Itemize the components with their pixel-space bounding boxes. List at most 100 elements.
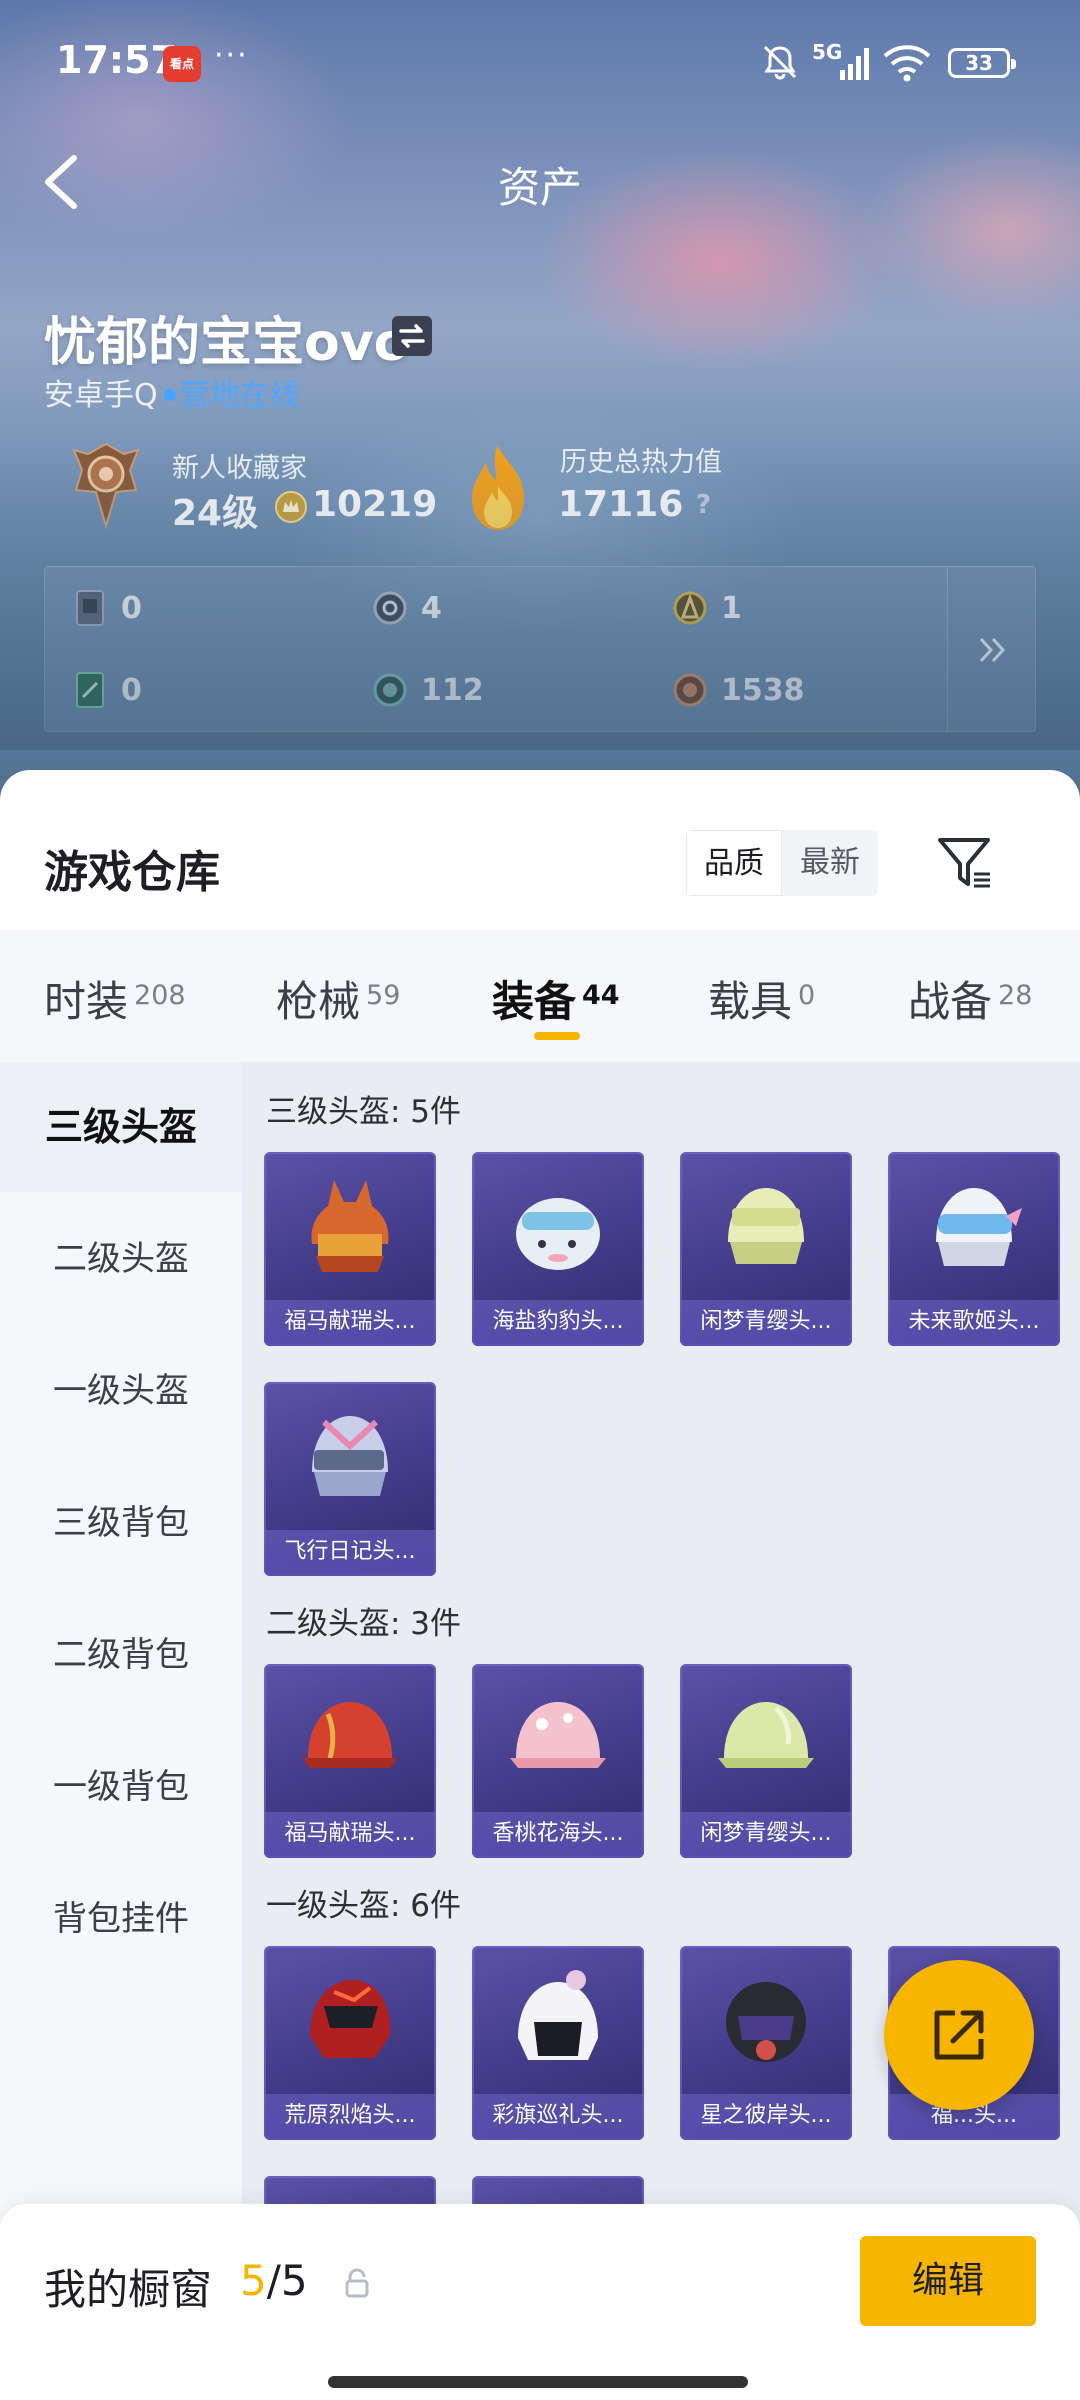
tab-equipment[interactable]: 装备 44 — [492, 968, 620, 1029]
warehouse-title: 游戏仓库 — [44, 847, 220, 898]
item-name: 未来歌姬头... — [888, 1300, 1060, 1346]
tab-label: 枪械 — [276, 977, 361, 1026]
showcase-label: 我的橱窗 — [44, 2265, 213, 2314]
heat-value: 17116 — [558, 484, 684, 525]
bronze-coin-icon — [673, 673, 707, 707]
item-name: 福马献瑞头... — [264, 1812, 436, 1858]
helmet-icon — [302, 1702, 398, 1768]
stat-value: 112 — [421, 672, 484, 708]
item-name: 荒原烈焰头... — [264, 2094, 436, 2140]
item-card[interactable]: 香桃花海头... — [472, 1664, 644, 1858]
rank-badge-icon[interactable] — [68, 440, 144, 530]
subcategory-item[interactable]: 三级背包 — [0, 1458, 242, 1588]
tab-weapons[interactable]: 枪械 59 — [276, 968, 400, 1029]
tab-vehicles[interactable]: 载具 0 — [708, 968, 815, 1029]
showcase-bar: 我的橱窗 5/5 编辑 — [0, 2204, 1080, 2400]
helmet-icon — [728, 1188, 804, 1264]
tab-fashion[interactable]: 时装 208 — [44, 968, 186, 1029]
home-indicator — [328, 2376, 748, 2388]
tab-label: 战备 — [908, 977, 993, 1026]
collection-coins: 10219 — [312, 484, 438, 525]
item-card[interactable]: 飞行日记头... — [264, 1382, 436, 1576]
tab-label: 装备 — [492, 977, 577, 1026]
showcase-current: 5 — [240, 2256, 267, 2305]
crown-coin-icon — [275, 491, 307, 523]
gold-token-icon — [673, 591, 707, 625]
helmet-icon — [726, 1982, 806, 2062]
item-card[interactable]: 闲梦青缨头... — [680, 1664, 852, 1858]
stat-teal: 112 — [373, 671, 484, 709]
stat-silver: 4 — [373, 589, 442, 627]
card-icon — [76, 590, 104, 626]
filter-icon[interactable] — [934, 832, 994, 892]
tab-label: 时装 — [44, 977, 129, 1026]
edit-showcase-button[interactable]: 编辑 — [860, 2236, 1036, 2326]
signal-icon — [840, 48, 869, 80]
double-chevron-right-icon — [979, 637, 1005, 663]
tab-battle-gear[interactable]: 战备 28 — [908, 968, 1032, 1029]
status-time: 17:57 — [56, 38, 177, 82]
subcategory-item[interactable]: 背包挂件 — [0, 1854, 242, 1984]
helmet-icon — [311, 1180, 389, 1272]
stat-value: 1 — [721, 590, 742, 626]
item-card[interactable]: 荒原烈焰头... — [264, 1946, 436, 2140]
asset-stats-panel: 0 4 1 0 112 1538 — [44, 566, 1036, 733]
helmet-icon — [718, 1702, 814, 1768]
user-name: 忧郁的宝宝ovo — [44, 313, 410, 373]
item-card[interactable]: 彩旗巡礼头... — [472, 1946, 644, 2140]
item-name: 闲梦青缨头... — [680, 1300, 852, 1346]
helmet-icon — [518, 1970, 598, 2060]
account-line: 安卓手Q 营地在线 — [44, 370, 300, 414]
mute-bell-icon — [763, 45, 797, 80]
item-card[interactable]: 海盐豹豹头... — [472, 1152, 644, 1346]
item-name: 飞行日记头... — [264, 1530, 436, 1576]
sort-newest-button[interactable]: 最新 — [782, 830, 878, 896]
player-level: 24级 — [172, 493, 259, 534]
silver-coin-icon — [373, 591, 407, 625]
heat-fire-icon — [472, 446, 524, 530]
helmet-icon — [510, 1702, 606, 1768]
item-name: 福马献瑞头... — [264, 1300, 436, 1346]
tab-count: 208 — [134, 980, 186, 1011]
item-name: 闲梦青缨头... — [680, 1812, 852, 1858]
tab-count: 28 — [998, 980, 1033, 1011]
subcategory-item[interactable]: 二级头盔 — [0, 1194, 242, 1324]
page-title: 资产 — [497, 163, 582, 212]
helmet-icon — [516, 1198, 600, 1270]
item-name: 香桃花海头... — [472, 1812, 644, 1858]
stat-card: 0 — [73, 589, 142, 627]
active-tab-indicator — [534, 1032, 580, 1040]
item-card[interactable]: 闲梦青缨头... — [680, 1152, 852, 1346]
section-title: 一级头盔: 6件 — [266, 1888, 462, 1924]
subcategory-item[interactable]: 一级头盔 — [0, 1326, 242, 1456]
tab-count: 44 — [582, 980, 620, 1011]
teal-coin-icon — [373, 673, 407, 707]
lock-icon — [345, 2268, 369, 2298]
item-card[interactable]: 福马献瑞头... — [264, 1664, 436, 1858]
stat-green-card: 0 — [73, 671, 142, 709]
subcategory-item[interactable]: 二级背包 — [0, 1590, 242, 1720]
online-dot-icon — [163, 388, 176, 401]
item-grid: 三级头盔: 5件 福马献瑞头... 海盐豹豹头... 闲梦青缨头... 未来歌姬… — [242, 1062, 1080, 2400]
stat-gold: 1 — [673, 589, 742, 627]
stat-value: 0 — [121, 590, 142, 626]
switch-account-icon[interactable] — [392, 316, 432, 356]
share-button[interactable] — [884, 1960, 1034, 2110]
subcategory-item[interactable]: 一级背包 — [0, 1722, 242, 1852]
item-card[interactable]: 星之彼岸头... — [680, 1946, 852, 2140]
stat-value: 4 — [421, 590, 442, 626]
expand-stats-button[interactable] — [947, 567, 1035, 733]
item-name: 海盐豹豹头... — [472, 1300, 644, 1346]
account-platform: 安卓手Q — [44, 378, 158, 413]
item-name: 彩旗巡礼头... — [472, 2094, 644, 2140]
helmet-icon — [936, 1188, 1022, 1266]
item-card[interactable]: 未来歌姬头... — [888, 1152, 1060, 1346]
showcase-count: 5/5 — [240, 2256, 308, 2305]
subcategory-item[interactable]: 三级头盔 — [0, 1062, 242, 1192]
sort-quality-button[interactable]: 品质 — [686, 830, 782, 896]
category-tabs: 时装 208 枪械 59 装备 44 载具 0 战备 28 — [0, 930, 1080, 1062]
stat-value: 1538 — [721, 672, 805, 708]
profile-header-background: 17:57 看点 ··· 5G 33 资产 忧郁的宝宝ovo 安卓手Q 营地在线 — [0, 0, 1080, 820]
item-card[interactable]: 福马献瑞头... — [264, 1152, 436, 1346]
help-icon[interactable]: ? — [696, 490, 711, 520]
